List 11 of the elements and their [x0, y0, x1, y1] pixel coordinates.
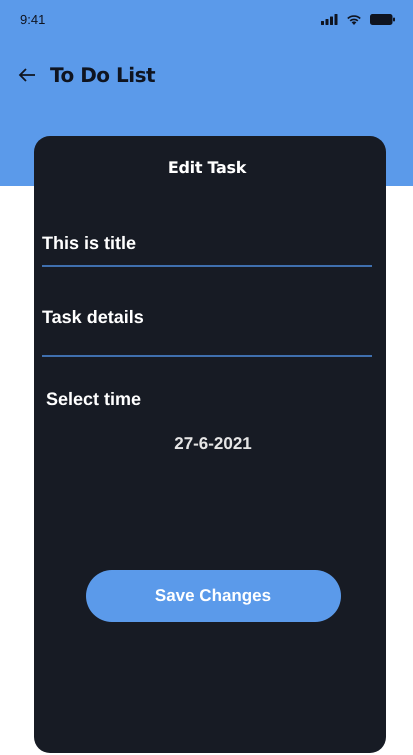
battery-icon — [370, 14, 395, 24]
signal-icon — [321, 14, 338, 24]
page-title: To Do List — [50, 63, 156, 87]
clock-time: 9:41 — [20, 12, 46, 26]
back-button[interactable] — [18, 68, 36, 82]
date-value[interactable]: 27-6-2021 — [162, 434, 252, 454]
dialog-title: Edit Task — [168, 158, 246, 177]
time-label: Select time — [46, 389, 142, 410]
input-field[interactable]: This is title — [42, 227, 372, 267]
wifi-icon — [346, 14, 362, 24]
input-field[interactable]: Task details — [42, 301, 372, 357]
